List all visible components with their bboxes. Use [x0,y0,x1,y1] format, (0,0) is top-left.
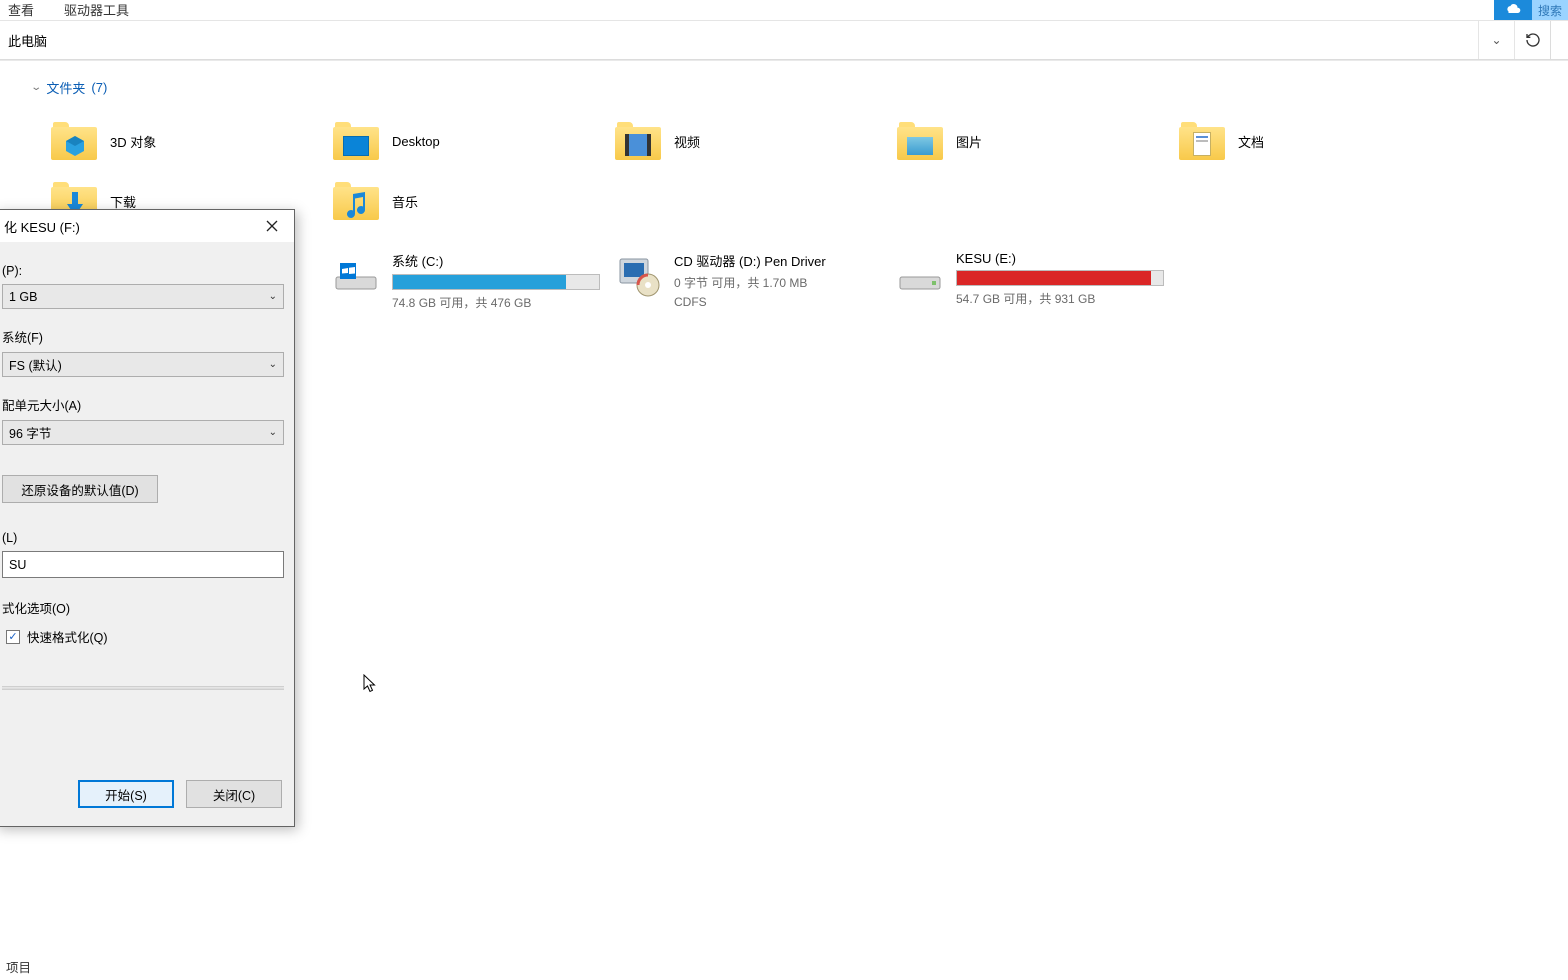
group-count: (7) [91,80,107,95]
drive-e-kesu[interactable]: KESU (E:) 54.7 GB 可用，共 931 GB [896,251,1178,311]
alloc-value: 96 字节 [9,423,51,442]
drive-sub: 54.7 GB 可用，共 931 GB [956,290,1164,307]
top-menu: 查看 驱动器工具 [0,0,1568,20]
volume-label-input[interactable] [2,551,284,578]
format-dialog: 化 KESU (F:) (P): 1 GB ⌄ 系统(F) FS (默认) ⌄ … [0,209,295,827]
folder-3d-objects[interactable]: 3D 对象 [50,111,332,171]
checkbox-icon: ✓ [6,630,20,644]
drive-d-cd[interactable]: CD 驱动器 (D:) Pen Driver 0 字节 可用，共 1.70 MB… [614,251,896,311]
folder-icon [50,120,98,162]
folder-label: 图片 [956,132,982,151]
quick-format-checkbox[interactable]: ✓ 快速格式化(Q) [6,627,284,646]
usage-bar [956,270,1164,286]
folder-label: 3D 对象 [110,132,156,151]
menu-drive-tools[interactable]: 驱动器工具 [58,0,135,19]
drive-icon [332,251,380,299]
close-button[interactable] [252,212,292,240]
drive-name: CD 驱动器 (D:) Pen Driver [674,251,826,270]
folder-documents[interactable]: 文档 [1178,111,1460,171]
folder-pictures[interactable]: 图片 [896,111,1178,171]
usage-bar [392,274,600,290]
close-dialog-button[interactable]: 关闭(C) [186,780,282,808]
drive-name: 系统 (C:) [392,251,600,270]
cd-drive-icon [614,251,662,299]
address-divider [1550,21,1568,59]
chevron-down-icon: ⌄ [30,82,42,93]
capacity-select[interactable]: 1 GB ⌄ [2,284,284,309]
capacity-label: (P): [2,264,284,278]
folder-desktop[interactable]: Desktop [332,111,614,171]
filesystem-value: FS (默认) [9,355,62,374]
folder-icon [1178,120,1226,162]
alloc-label: 配单元大小(A) [2,395,284,414]
separator [0,60,1568,61]
chevron-down-icon: ⌄ [269,359,277,370]
drive-c[interactable]: 系统 (C:) 74.8 GB 可用，共 476 GB [332,251,614,311]
restore-defaults-button[interactable]: 还原设备的默认值(D) [2,475,158,503]
alloc-select[interactable]: 96 字节 ⌄ [2,420,284,445]
start-button[interactable]: 开始(S) [78,780,174,808]
folder-label: Desktop [392,134,440,149]
progress-bar [2,686,284,690]
search-badge[interactable]: 搜索 [1532,0,1568,20]
top-right-badges: 搜索 [1494,0,1568,20]
format-options-label: 式化选项(O) [2,598,284,617]
address-location[interactable]: 此电脑 [8,31,47,50]
folder-icon [614,120,662,162]
folder-label: 文档 [1238,132,1264,151]
drive-name: KESU (E:) [956,251,1164,266]
dialog-titlebar: 化 KESU (F:) [0,210,294,242]
drive-icon [896,251,944,299]
group-header-folders[interactable]: ⌄ 文件夹 (7) [32,78,1568,97]
folder-icon [332,120,380,162]
drive-sub: 74.8 GB 可用，共 476 GB [392,294,600,311]
group-title: 文件夹 [46,78,85,97]
filesystem-label: 系统(F) [2,327,284,346]
folder-music[interactable]: 音乐 [332,171,614,231]
drive-sub2: CDFS [674,295,826,309]
address-bar: 此电脑 ⌄ [0,20,1568,60]
drive-sub: 0 字节 可用，共 1.70 MB [674,274,826,291]
chevron-down-icon: ⌄ [269,291,277,302]
refresh-button[interactable] [1514,21,1550,59]
menu-view[interactable]: 查看 [2,0,40,19]
folder-icon [332,180,380,222]
filesystem-select[interactable]: FS (默认) ⌄ [2,352,284,377]
folder-label: 音乐 [392,192,418,211]
folder-label: 下载 [110,192,136,211]
cursor-icon [363,674,377,694]
volume-label: (L) [2,531,284,545]
baidu-cloud-icon[interactable] [1494,0,1532,20]
quick-format-text: 快速格式化(Q) [27,627,108,646]
capacity-value: 1 GB [9,290,38,304]
folder-icon [896,120,944,162]
folder-videos[interactable]: 视频 [614,111,896,171]
folder-label: 视频 [674,132,700,151]
address-history-chevron[interactable]: ⌄ [1478,21,1514,59]
status-bar-text: 项目 [0,953,37,980]
chevron-down-icon: ⌄ [269,427,277,438]
dialog-title-text: 化 KESU (F:) [4,217,80,236]
